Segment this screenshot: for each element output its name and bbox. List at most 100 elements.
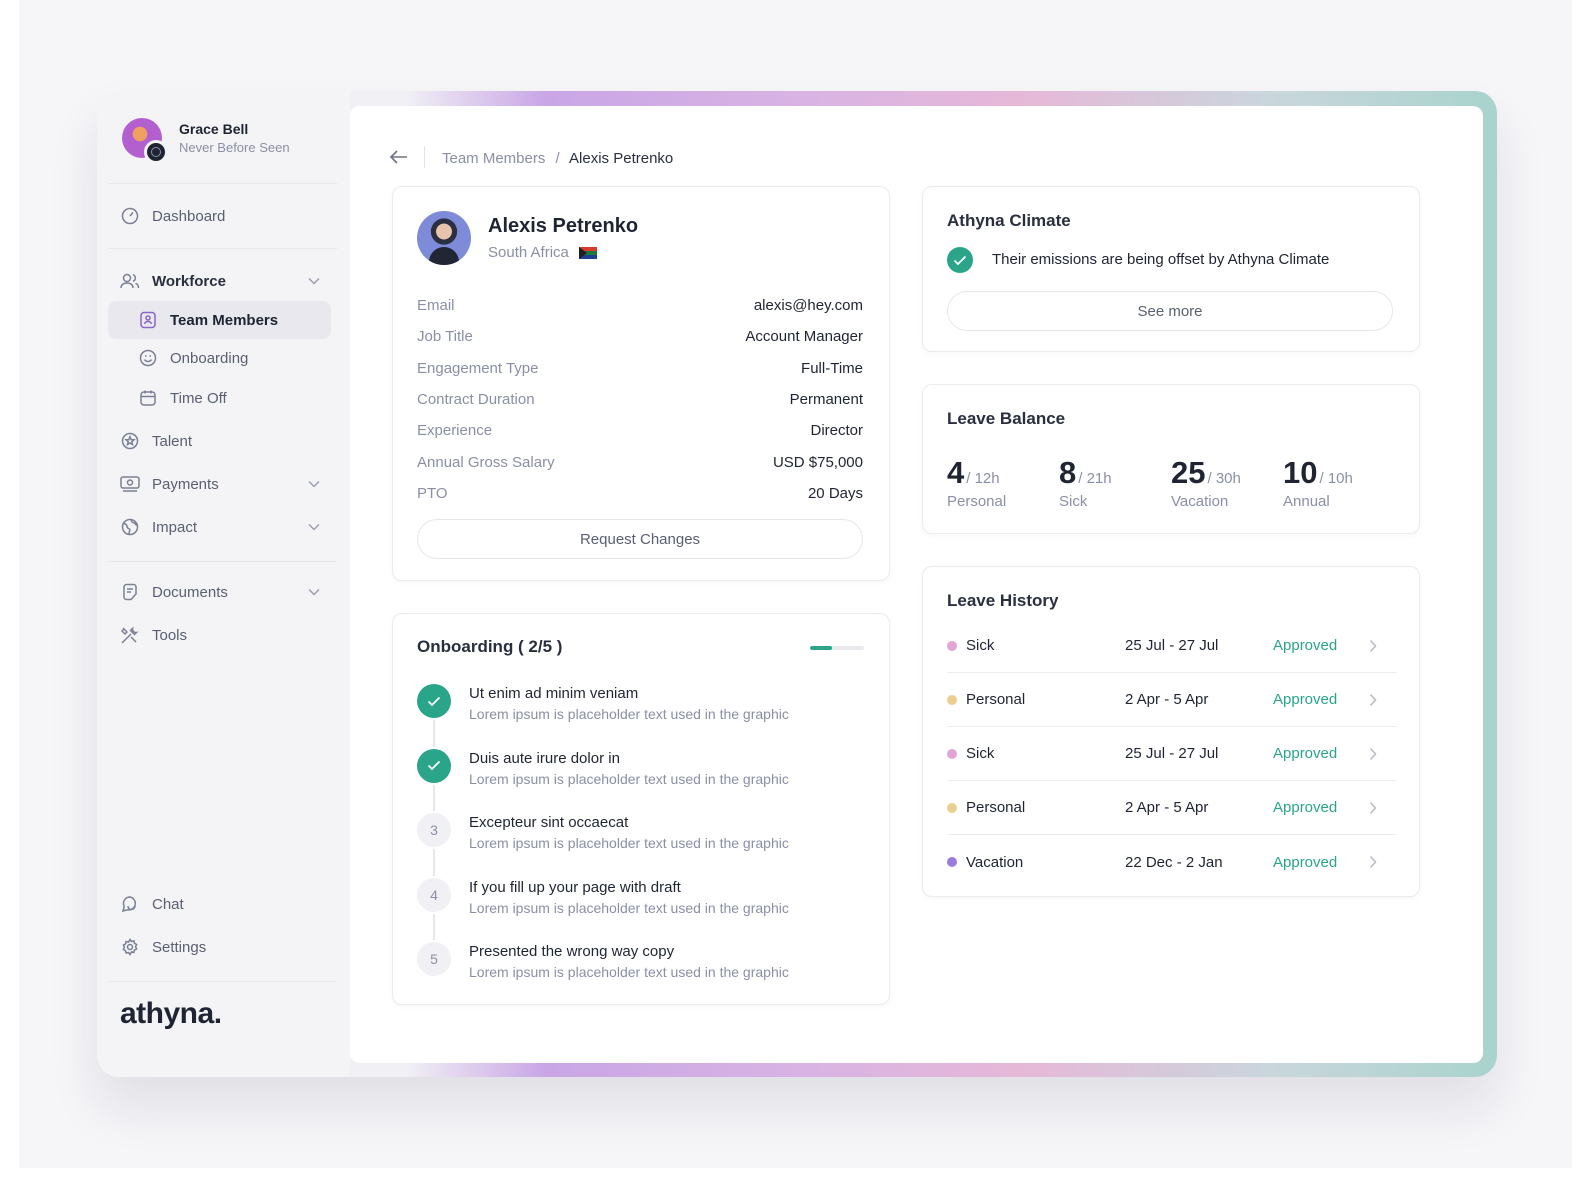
sidebar: Grace Bell Never Before Seen Dashboard W…	[97, 91, 350, 1077]
sidebar-item-label: Chat	[152, 895, 184, 913]
leave-dates: 2 Apr - 5 Apr	[1125, 799, 1209, 816]
document-icon	[120, 582, 140, 602]
chevron-down-icon[interactable]	[307, 477, 321, 491]
onboarding-card: Onboarding ( 2/5 ) Ut enim ad minim veni…	[392, 613, 890, 1005]
onboarding-step[interactable]: 5 Presented the wrong way copy Lorem ipsum…	[417, 938, 857, 988]
leave-type-label: Vacation	[966, 853, 1024, 871]
leave-history-row[interactable]: Sick 25 Jul - 27 Jul Approved	[947, 727, 1397, 781]
onboarding-step[interactable]: 4 If you fill up your page with draft Lore…	[417, 874, 857, 924]
sidebar-item-label: Talent	[152, 432, 193, 450]
step-description: Lorem ipsum is placeholder text used in …	[469, 835, 789, 851]
leave-history-row[interactable]: Vacation 22 Dec - 2 Jan Approved	[947, 835, 1397, 889]
leave-history-row[interactable]: Personal 2 Apr - 5 Apr Approved	[947, 781, 1397, 835]
detail-label: Email	[417, 297, 455, 315]
leave-history-row[interactable]: Sick 25 Jul - 27 Jul Approved	[947, 619, 1397, 673]
detail-row: Experience Director	[417, 415, 863, 446]
request-changes-button[interactable]: Request Changes	[417, 519, 863, 559]
smile-icon	[138, 348, 158, 368]
chevron-right-icon[interactable]	[1369, 801, 1383, 815]
balance-value: 25	[1171, 455, 1206, 490]
chevron-down-icon[interactable]	[307, 274, 321, 288]
chevron-right-icon[interactable]	[1369, 639, 1383, 653]
sidebar-item-team-members[interactable]: Team Members	[108, 301, 331, 339]
leave-dates: 25 Jul - 27 Jul	[1125, 745, 1219, 762]
detail-value: Account Manager	[745, 328, 863, 346]
detail-label: Engagement Type	[417, 359, 539, 377]
balance-value-line: 4/ 12h	[947, 455, 1059, 491]
chat-icon	[120, 894, 140, 914]
step-connector	[433, 849, 435, 876]
detail-row: PTO 20 Days	[417, 478, 863, 509]
step-connector	[433, 784, 435, 811]
balance-value-line: 10/ 10h	[1283, 455, 1395, 491]
divider	[109, 248, 337, 249]
detail-label: Job Title	[417, 328, 473, 346]
sidebar-item-settings[interactable]: Settings	[120, 932, 206, 962]
chevron-right-icon[interactable]	[1369, 747, 1383, 761]
status-badge: Approved	[1273, 853, 1338, 871]
user-subtitle: Never Before Seen	[179, 140, 290, 155]
step-number: 5	[417, 942, 451, 976]
gauge-icon	[120, 206, 140, 226]
leave-type-dot	[947, 802, 957, 813]
detail-value: USD $75,000	[772, 453, 863, 471]
leave-dates: 2 Apr - 5 Apr	[1125, 691, 1209, 708]
chevron-right-icon[interactable]	[1369, 693, 1383, 707]
leave-type: Sick	[947, 745, 1125, 762]
leave-balance-title: Leave Balance	[947, 409, 1066, 428]
detail-row: Contract Duration Permanent	[417, 384, 863, 415]
logo: athyna.	[120, 997, 222, 1030]
country-label: South Africa	[488, 244, 569, 261]
sidebar-item-tools[interactable]: Tools	[120, 620, 187, 650]
chevron-down-icon[interactable]	[307, 520, 321, 534]
breadcrumb-separator: /	[555, 150, 560, 167]
status-badge: Approved	[1273, 691, 1338, 708]
sidebar-item-chat[interactable]: Chat	[120, 889, 184, 919]
leave-history-row[interactable]: Personal 2 Apr - 5 Apr Approved	[947, 673, 1397, 727]
onboarding-step[interactable]: Ut enim ad minim veniam Lorem ipsum is pl…	[417, 680, 857, 730]
see-more-button[interactable]: See more	[947, 291, 1393, 331]
sidebar-item-onboarding[interactable]: Onboarding	[108, 339, 331, 377]
user-profile[interactable]: Grace Bell Never Before Seen	[122, 118, 290, 164]
sidebar-item-label: Dashboard	[152, 207, 226, 225]
chevron-down-icon[interactable]	[307, 585, 321, 599]
step-number: 3	[417, 813, 451, 847]
sidebar-item-payments[interactable]: Payments	[120, 469, 219, 499]
step-description: Lorem ipsum is placeholder text used in …	[469, 706, 789, 722]
profile-country: South Africa	[488, 244, 597, 261]
profile-details: Email alexis@hey.com Job Title Account Mana…	[417, 290, 863, 509]
balance-label: Annual	[1283, 493, 1330, 510]
step-title: Duis aute irure dolor in	[469, 749, 620, 767]
app-window: Grace Bell Never Before Seen Dashboard W…	[97, 91, 1497, 1077]
sidebar-item-talent[interactable]: Talent	[120, 426, 192, 456]
users-icon	[120, 271, 140, 291]
detail-value: 20 Days	[807, 484, 863, 502]
sidebar-item-documents[interactable]: Documents	[120, 577, 228, 607]
sidebar-item-label: Tools	[152, 626, 188, 644]
onboarding-step[interactable]: Duis aute irure dolor in Lorem ipsum is p…	[417, 745, 857, 795]
chevron-right-icon[interactable]	[1369, 855, 1383, 869]
back-arrow-icon[interactable]	[388, 146, 412, 170]
status-badge: Approved	[1273, 745, 1338, 762]
sidebar-item-workforce[interactable]: Workforce	[120, 266, 226, 296]
sidebar-item-time-off[interactable]: Time Off	[108, 379, 331, 417]
leave-type: Personal	[947, 799, 1125, 816]
status-badge: Approved	[1273, 637, 1338, 654]
balance-label: Vacation	[1171, 493, 1229, 510]
south-africa-flag-icon	[578, 246, 597, 259]
leave-balance-card: Leave Balance 4/ 12h Personal 8/ 21h Sick 25…	[922, 384, 1420, 534]
climate-message: Their emissions are being offset by Athy…	[992, 251, 1330, 268]
sidebar-item-impact[interactable]: Impact	[120, 512, 197, 542]
detail-row: Email alexis@hey.com	[417, 290, 863, 321]
onboarding-step[interactable]: 3 Excepteur sint occaecat Lorem ipsum is p…	[417, 809, 857, 859]
breadcrumb-parent[interactable]: Team Members	[442, 150, 545, 167]
step-description: Lorem ipsum is placeholder text used in …	[469, 899, 789, 916]
leave-type-dot	[947, 640, 957, 651]
badge-icon	[144, 140, 168, 164]
step-title: Excepteur sint occaecat	[469, 814, 629, 831]
detail-value: alexis@hey.com	[753, 297, 863, 315]
check-icon	[417, 684, 451, 718]
sidebar-item-label: Documents	[152, 583, 228, 601]
leave-type: Sick	[947, 637, 1125, 654]
sidebar-item-dashboard[interactable]: Dashboard	[120, 201, 225, 231]
